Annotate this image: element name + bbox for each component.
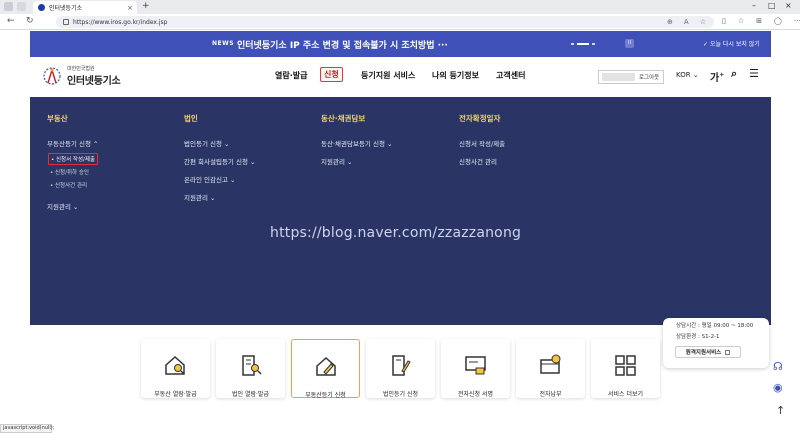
- tab-actions-icon[interactable]: [17, 2, 26, 11]
- monitor-signature-icon: [465, 356, 486, 375]
- menu-sub-case-manage[interactable]: • 신청사건 관리: [50, 181, 87, 189]
- browser-tab-bar: 인터넷등기소 × + – □ ×: [0, 0, 800, 14]
- menu-heading-e-date: 전자확정일자: [459, 114, 501, 123]
- notice-message[interactable]: 인터넷등기소 IP 주소 변경 및 접속불가 시 조치방법 ···: [237, 38, 448, 51]
- house-search-icon: [165, 355, 185, 375]
- browser-toolbar: ← ↻ https://www.iros.go.kr/index.jsp ⊕ A…: [0, 14, 800, 30]
- status-bar: javascript:void(null);: [0, 424, 54, 433]
- profile-icon[interactable]: ◯: [774, 17, 782, 25]
- browser-menu-icon[interactable]: [4, 2, 13, 11]
- remote-support-panel: 상담시간 : 평일 09:00 ~ 18:00 상담환경 : S1-2-1 원격…: [663, 318, 769, 368]
- refresh-icon[interactable]: ↻: [26, 16, 34, 26]
- menu-item-online-seal[interactable]: 온라인 인감신고 ⌄: [184, 174, 235, 184]
- split-screen-icon[interactable]: ▯: [722, 17, 726, 25]
- building-pen-icon: [392, 355, 411, 376]
- more-icon[interactable]: ···: [794, 17, 800, 25]
- browser-tab[interactable]: 인터넷등기소 ×: [33, 1, 137, 14]
- chatbot-icon[interactable]: ◉: [773, 381, 783, 394]
- tile-more-services[interactable]: 서비스 더보기: [591, 339, 660, 398]
- minimize-icon[interactable]: –: [752, 1, 756, 10]
- logo-title: 인터넷등기소: [67, 76, 121, 87]
- read-aloud-icon[interactable]: A: [684, 18, 689, 26]
- menu-item-corp-support[interactable]: 지원관리 ⌄: [184, 192, 215, 202]
- logout-button[interactable]: 로그아웃: [598, 70, 664, 84]
- news-tag: NEWS: [212, 40, 235, 47]
- close-notice-button[interactable]: ✓ 오늘 다시 보지 않기: [703, 39, 760, 48]
- font-size-button[interactable]: 가+: [710, 69, 724, 84]
- grid-more-icon: [615, 355, 636, 376]
- nav-support[interactable]: 등기지원 서비스: [361, 70, 415, 81]
- scroll-top-icon[interactable]: ↑: [776, 404, 785, 417]
- zoom-icon[interactable]: ⊕: [667, 18, 673, 26]
- menu-sub-write-submit[interactable]: • 신청서 작성/제출: [48, 153, 99, 165]
- nav-view-issue[interactable]: 열람·발급: [275, 70, 307, 81]
- nav-customer-center[interactable]: 고객센터: [496, 70, 525, 81]
- menu-heading-corporation: 법인: [184, 114, 198, 123]
- banner-pager[interactable]: [571, 43, 595, 45]
- site-header: 대한민국법원 인터넷등기소 열람·발급 신청 등기지원 서비스 나의 등기정보 …: [30, 57, 771, 97]
- site-favicon-icon: [38, 4, 45, 11]
- menu-item-movable-support[interactable]: 지원관리 ⌄: [321, 156, 352, 166]
- menu-item-movable-apply[interactable]: 동산·채권담보등기 신청 ⌄: [321, 138, 392, 148]
- consult-env: 상담환경 : S1-2-1: [676, 334, 720, 340]
- tile-corp-apply[interactable]: 법인등기 신청: [366, 339, 435, 398]
- menu-heading-real-estate: 부동산: [47, 114, 68, 123]
- watermark-text: https://blog.naver.com/zzazzanong: [270, 225, 522, 241]
- menu-icon[interactable]: ☰: [749, 67, 759, 80]
- mega-menu: 부동산 부동산등기 신청 ⌃ • 신청서 작성/제출 • 신청/취하 승인 • …: [30, 97, 771, 325]
- user-name-masked: [602, 73, 635, 81]
- close-tab-icon[interactable]: ×: [127, 4, 133, 12]
- maximize-icon[interactable]: □: [768, 1, 776, 10]
- new-tab-icon[interactable]: +: [142, 1, 150, 11]
- window-close-icon[interactable]: ×: [785, 1, 792, 10]
- tile-e-signature[interactable]: 전자신청 서명: [441, 339, 510, 398]
- menu-heading-movable: 동산·채권담보: [321, 114, 366, 123]
- tab-title: 인터넷등기소: [49, 5, 83, 12]
- court-emblem-icon: [43, 67, 61, 85]
- tile-corp-view[interactable]: 법인 열람·발급: [216, 339, 285, 398]
- pause-icon[interactable]: II: [625, 39, 634, 48]
- menu-item-simple-incorp[interactable]: 간편 회사설립등기 신청 ⌄: [184, 156, 255, 166]
- notice-banner: NEWS 인터넷등기소 IP 주소 변경 및 접속불가 시 조치방법 ··· I…: [30, 31, 771, 57]
- tile-real-estate-view[interactable]: 부동산 열람·발급: [141, 339, 210, 398]
- url-text: https://www.iros.go.kr/index.jsp: [73, 18, 168, 26]
- remote-support-button[interactable]: 원격지원서비스: [675, 346, 741, 358]
- menu-item-real-estate-support[interactable]: 지원관리 ⌄: [47, 201, 78, 211]
- tile-real-estate-apply[interactable]: 부동산등기 신청: [291, 339, 360, 399]
- tile-e-payment[interactable]: 전자납부: [516, 339, 585, 398]
- search-icon[interactable]: ⌕: [731, 67, 737, 81]
- site-logo[interactable]: 대한민국법원 인터넷등기소: [40, 65, 121, 87]
- menu-item-corp-apply[interactable]: 법인등기 신청 ⌄: [184, 138, 229, 148]
- external-link-icon: [725, 349, 731, 355]
- consult-hours: 상담시간 : 평일 09:00 ~ 18:00: [676, 323, 754, 329]
- favorite-icon[interactable]: ☆: [700, 18, 706, 26]
- collections-icon[interactable]: ⊞: [756, 17, 762, 25]
- favorites-icon[interactable]: ☆: [738, 17, 744, 25]
- payment-card-icon: [540, 354, 561, 374]
- lock-icon: [63, 19, 69, 25]
- menu-item-e-date-manage[interactable]: 신청사건 관리: [459, 156, 497, 166]
- menu-item-e-date-write[interactable]: 신청서 작성/제출: [459, 138, 505, 148]
- nav-my-info[interactable]: 나의 등기정보: [432, 70, 479, 81]
- address-bar[interactable]: https://www.iros.go.kr/index.jsp ⊕ A ☆: [56, 16, 714, 28]
- menu-sub-approve[interactable]: • 신청/취하 승인: [50, 168, 89, 176]
- headset-icon[interactable]: ☊: [773, 360, 783, 373]
- back-icon[interactable]: ←: [7, 16, 15, 26]
- menu-item-real-estate-apply[interactable]: 부동산등기 신청 ⌃: [47, 138, 98, 148]
- building-search-icon: [242, 355, 262, 376]
- language-select[interactable]: KOR ⌄: [676, 71, 699, 79]
- house-pen-icon: [316, 356, 336, 376]
- nav-apply[interactable]: 신청: [320, 67, 343, 82]
- logo-subtitle: 대한민국법원: [67, 66, 95, 72]
